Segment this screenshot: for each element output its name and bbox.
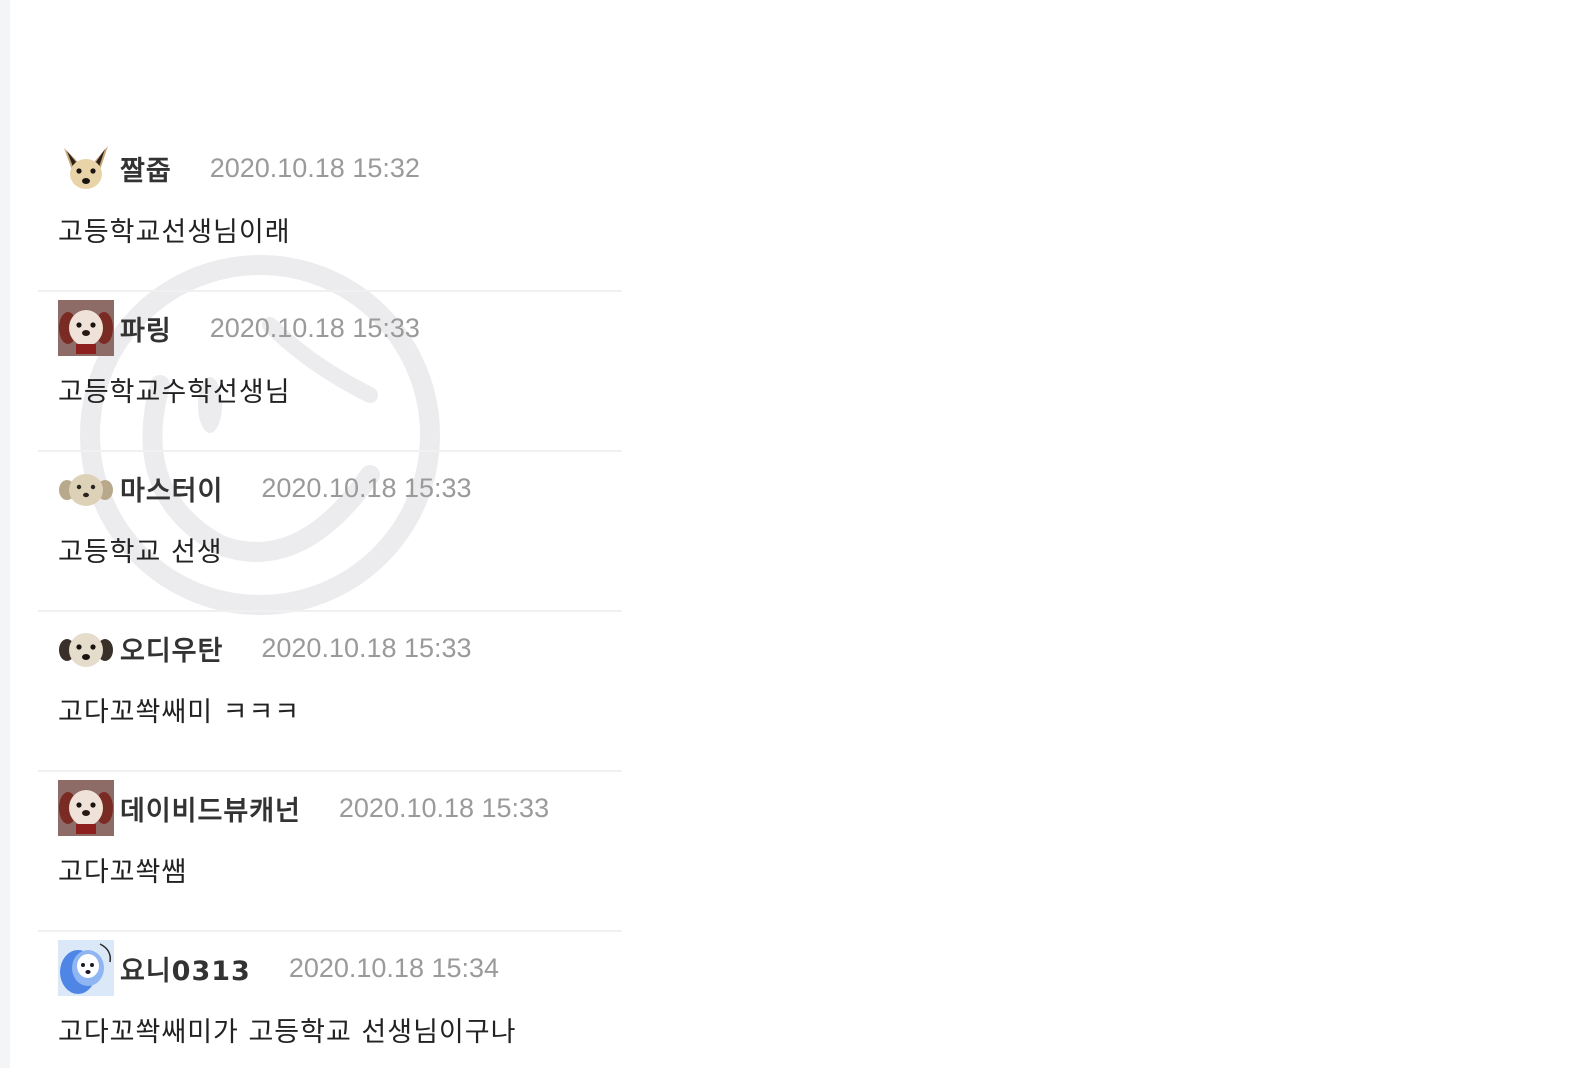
comment-item: 데이비드뷰캐넌 2020.10.18 15:33 고다꼬쏵쌤 xyxy=(38,772,622,932)
comment-text: 고등학교수학선생님 xyxy=(58,377,291,408)
comment-nickname[interactable]: 요니0313 xyxy=(120,949,251,988)
blue-dog-avatar-icon[interactable] xyxy=(58,940,114,996)
comment-nickname[interactable]: 데이비드뷰캐넌 xyxy=(120,789,301,828)
comment-text: 고다꼬쏵쌔미가 고등학교 선생님이구나 xyxy=(58,1017,517,1048)
left-rail xyxy=(0,0,10,1068)
comment-text: 고다꼬쏵쌤 xyxy=(58,857,188,888)
comment-item: 짤줍 2020.10.18 15:32 고등학교선생님이래 xyxy=(38,132,622,292)
red-dog-avatar-icon[interactable] xyxy=(58,300,114,356)
comment-meta: 오디우탄 2020.10.18 15:33 xyxy=(58,620,472,676)
comment-item: 오디우탄 2020.10.18 15:33 고다꼬쏵쌔미 ㅋㅋㅋ xyxy=(38,612,622,772)
comment-nickname[interactable]: 마스터이 xyxy=(120,469,223,508)
comment-meta: 짤줍 2020.10.18 15:32 xyxy=(58,140,420,196)
comment-timestamp: 2020.10.18 15:33 xyxy=(261,472,472,503)
comment-text: 고다꼬쏵쌔미 ㅋㅋㅋ xyxy=(58,697,301,728)
comment-meta: 파링 2020.10.18 15:33 xyxy=(58,300,420,356)
comment-timestamp: 2020.10.18 15:33 xyxy=(261,632,472,663)
comment-timestamp: 2020.10.18 15:33 xyxy=(209,312,420,343)
comment-text: 고등학교선생님이래 xyxy=(58,217,291,248)
beige-puppy-avatar-icon[interactable] xyxy=(58,620,114,676)
comment-text: 고등학교 선생 xyxy=(58,537,223,568)
comment-timestamp: 2020.10.18 15:32 xyxy=(209,152,420,183)
comment-item: 마스터이 2020.10.18 15:33 고등학교 선생 xyxy=(38,452,622,612)
comment-timestamp: 2020.10.18 15:34 xyxy=(288,952,500,983)
beige-puppy-avatar-icon[interactable] xyxy=(58,460,114,516)
comment-nickname[interactable]: 오디우탄 xyxy=(120,629,223,668)
comment-meta: 요니0313 2020.10.18 15:34 xyxy=(58,940,499,996)
comment-nickname[interactable]: 파링 xyxy=(120,309,172,348)
red-dog-avatar-icon[interactable] xyxy=(58,780,114,836)
comment-meta: 마스터이 2020.10.18 15:33 xyxy=(58,460,472,516)
comment-timestamp: 2020.10.18 15:33 xyxy=(338,792,550,823)
comment-item: 요니0313 2020.10.18 15:34 고다꼬쏵쌔미가 고등학교 선생님… xyxy=(38,932,622,1092)
comment-nickname[interactable]: 짤줍 xyxy=(120,149,172,188)
comment-list: 짤줍 2020.10.18 15:32 고등학교선생님이래 파링 2020.10… xyxy=(38,132,622,1092)
comment-meta: 데이비드뷰캐넌 2020.10.18 15:33 xyxy=(58,780,549,836)
comment-item: 파링 2020.10.18 15:33 고등학교수학선생님 xyxy=(38,292,622,452)
fennec-fox-avatar-icon[interactable] xyxy=(58,140,114,196)
